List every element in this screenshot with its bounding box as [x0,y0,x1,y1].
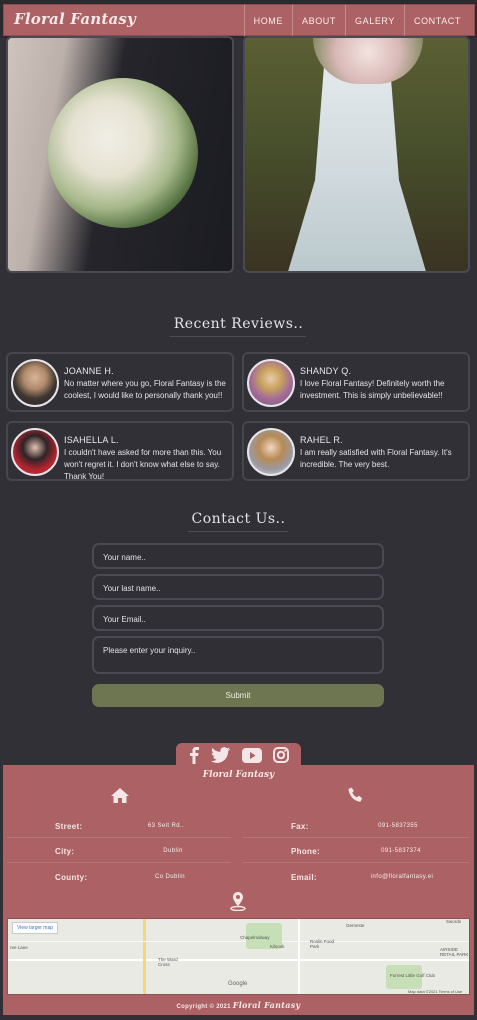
map-label: ree Lane [10,945,28,950]
social-links [176,743,301,767]
navbar-bar: Floral Fantasy HOME ABOUT GALERY CONTACT [3,4,475,37]
phone-value: 091-5837374 [381,848,421,854]
nav-contact-link[interactable]: CONTACT [403,5,470,37]
instagram-icon[interactable] [273,747,290,763]
review-text: I am really satisfied with Floral Fantas… [300,448,452,469]
inquiry-textarea[interactable]: Please enter your inquiry.. [92,636,384,674]
map-label: Forrest Little Golf Club [390,973,436,978]
bridal-dress-photo [243,36,470,273]
site-logo[interactable]: Floral Fantasy [14,10,136,28]
review-text: I couldn't have asked for more than this… [64,448,222,481]
nav-home-link[interactable]: HOME [243,5,292,37]
reviewer-name: JOANNE H. [64,366,114,376]
copyright: Copyright © 2021 Floral Fantasy [3,1000,474,1010]
review-text: No matter where you go, Floral Fantasy i… [64,379,226,400]
contact-heading-underline [188,531,288,532]
footer-divider [7,862,231,863]
phone-label: Phone: [291,847,320,856]
footer-divider [7,837,231,838]
review-card-rahel: RAHEL R. I am really satisfied with Flor… [242,421,470,481]
facebook-icon[interactable] [188,746,200,764]
avatar [11,428,59,476]
home-icon [111,788,129,808]
avatar [247,359,295,407]
city-value: Dublin [163,848,183,854]
map-label: Roslin Food Park [310,939,335,949]
reviewer-name: RAHEL R. [300,435,343,445]
avatar [11,359,59,407]
google-logo: Google [228,981,248,987]
fax-label: Fax: [291,822,309,831]
submit-button[interactable]: Submit [92,684,384,707]
map-road [298,919,300,994]
map-label: AIRSIDE RETAIL PARK [440,947,469,957]
nav-gallery-link[interactable]: GALERY [345,5,404,37]
footer: Floral Fantasy Street: 63 Selt Rd.. Fax:… [3,765,474,1015]
fax-value: 091-5837355 [378,823,418,829]
contact-heading: Contact Us.. [191,511,286,527]
city-label: City: [55,847,75,856]
map-attribution[interactable]: Map data ©2021 Terms of Use [408,989,462,994]
reviewer-name: SHANDY Q. [300,366,352,376]
review-card-isahella: ISAHELLA L. I couldn't have asked for mo… [6,421,234,481]
review-text: I love Floral Fantasy! Definitely worth … [300,379,445,400]
email-value[interactable]: info@floralfantasy.ei [340,874,464,880]
copyright-brand: Floral Fantasy [232,1000,301,1010]
twitter-icon[interactable] [211,747,231,763]
last-name-field[interactable]: Your last name.. [92,574,384,600]
email-field[interactable]: Your Email.. [92,605,384,631]
email-label: Email: [291,873,317,882]
map-label: Swords [446,919,462,924]
map-label: Kilsook [270,944,285,949]
phone-icon [348,787,364,808]
map-marker-icon [230,892,246,916]
reviewer-name: ISAHELLA L. [64,435,119,445]
map-label: Chapelmidway [240,935,270,940]
map-road [143,919,146,994]
youtube-icon[interactable] [241,747,262,763]
map-label: The Ward Cross [158,957,178,967]
reviews-heading-underline [170,336,306,337]
map-label: Gerneste [346,923,365,928]
county-value: Co Dublin [155,874,185,880]
first-name-field[interactable]: Your name.. [92,543,384,569]
review-card-joanne: JOANNE H. No matter where you go, Floral… [6,352,234,412]
map-road [8,959,469,961]
street-value: 63 Selt Rd.. [147,823,185,829]
footer-logo: Floral Fantasy [202,770,275,780]
footer-divider [243,862,469,863]
county-label: County: [55,873,88,882]
nav-menu: HOME ABOUT GALERY CONTACT [243,5,470,37]
bouquet-shape [48,78,198,228]
avatar [247,428,295,476]
street-label: Street: [55,822,83,831]
footer-divider [243,837,469,838]
map-road [8,941,469,942]
copyright-text: Copyright © 2021 [176,1004,231,1010]
top-navbar: Floral Fantasy HOME ABOUT GALERY CONTACT [0,0,477,38]
reviews-heading: Recent Reviews.. [173,316,304,332]
view-larger-map-link[interactable]: View larger map [12,922,59,934]
location-map[interactable]: View larger map Chapelmidway Kilsook Ros… [7,918,470,995]
nav-about-link[interactable]: ABOUT [292,5,345,37]
review-card-shandy: SHANDY Q. I love Floral Fantasy! Definit… [242,352,470,412]
bouquet-photo [6,36,234,273]
